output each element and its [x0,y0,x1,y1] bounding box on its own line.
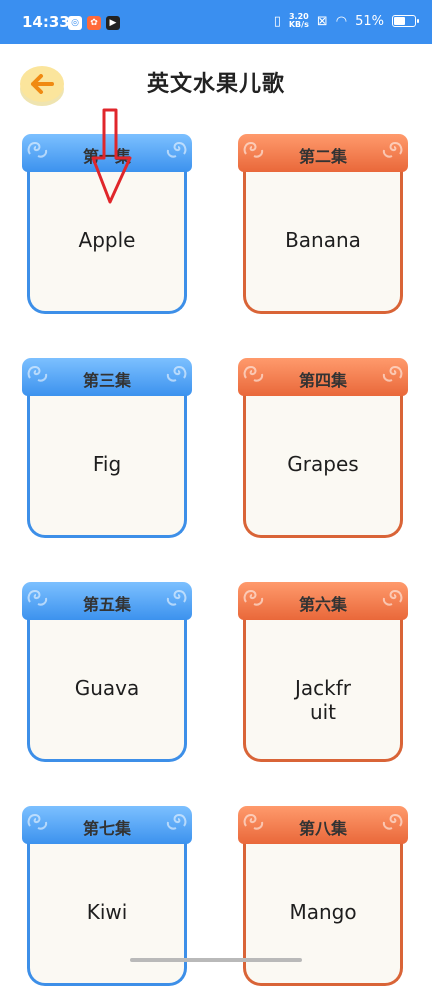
card-header: 第六集 [238,582,408,620]
card-header: 第八集 [238,806,408,844]
app-notification-icon: ✿ [87,16,101,30]
card-body: Mango [243,834,403,986]
episode-name: Jackfr uit [295,676,351,724]
card-body: Fig [27,386,187,538]
episode-card[interactable]: Banana 第二集 [238,134,408,316]
episode-name: Guava [74,676,140,700]
episode-name: Fig [92,452,122,476]
episode-name: Mango [289,900,357,924]
battery-icon [392,15,419,27]
app-notification-icon: ▶ [106,16,120,30]
episode-card[interactable]: Guava 第五集 [22,582,192,764]
card-header: 第四集 [238,358,408,396]
status-indicators: ▯ 3.20 KB/s ⊠ ◠ 51% [273,12,419,29]
card-header: 第五集 [22,582,192,620]
page-title: 英文水果儿歌 [146,72,285,97]
status-app-icons: ◎ ✿ ▶ [68,16,120,30]
episode-card[interactable]: Jackfr uit 第六集 [238,582,408,764]
episode-name: Apple [78,228,136,252]
episode-card[interactable]: Fig 第三集 [22,358,192,540]
status-time: 14:33 [22,13,70,31]
cloud-swirl-icon [382,813,403,830]
home-indicator[interactable] [130,958,302,962]
cloud-swirl-icon [382,141,403,158]
page-header: 英文水果儿歌 [0,44,432,120]
episode-name: Grapes [287,452,359,476]
wifi-icon: ◠ [335,13,348,29]
card-body: Jackfr uit [243,610,403,762]
sim-icon: ⊠ [316,13,328,29]
battery-percent: 51% [355,13,384,29]
card-body: Banana [243,162,403,314]
card-body: Grapes [243,386,403,538]
card-header: 第二集 [238,134,408,172]
episode-name: Banana [285,228,361,252]
cloud-swirl-icon [166,813,187,830]
cloud-swirl-icon [166,141,187,158]
cloud-swirl-icon [166,365,187,382]
down-arrow-annotation-icon [91,108,132,204]
cloud-swirl-icon [382,365,403,382]
episode-card[interactable]: Grapes 第四集 [238,358,408,540]
cloud-swirl-icon [166,589,187,606]
vibrate-icon: ▯ [273,13,281,29]
network-speed: 3.20 KB/s [288,12,309,29]
episode-name: Kiwi [86,900,128,924]
app-notification-icon: ◎ [68,16,82,30]
status-bar: 14:33 ◎ ✿ ▶ ▯ 3.20 KB/s ⊠ ◠ 51% [0,0,432,44]
card-header: 第三集 [22,358,192,396]
card-body: Kiwi [27,834,187,986]
card-body: Guava [27,610,187,762]
card-header: 第七集 [22,806,192,844]
cloud-swirl-icon [382,589,403,606]
